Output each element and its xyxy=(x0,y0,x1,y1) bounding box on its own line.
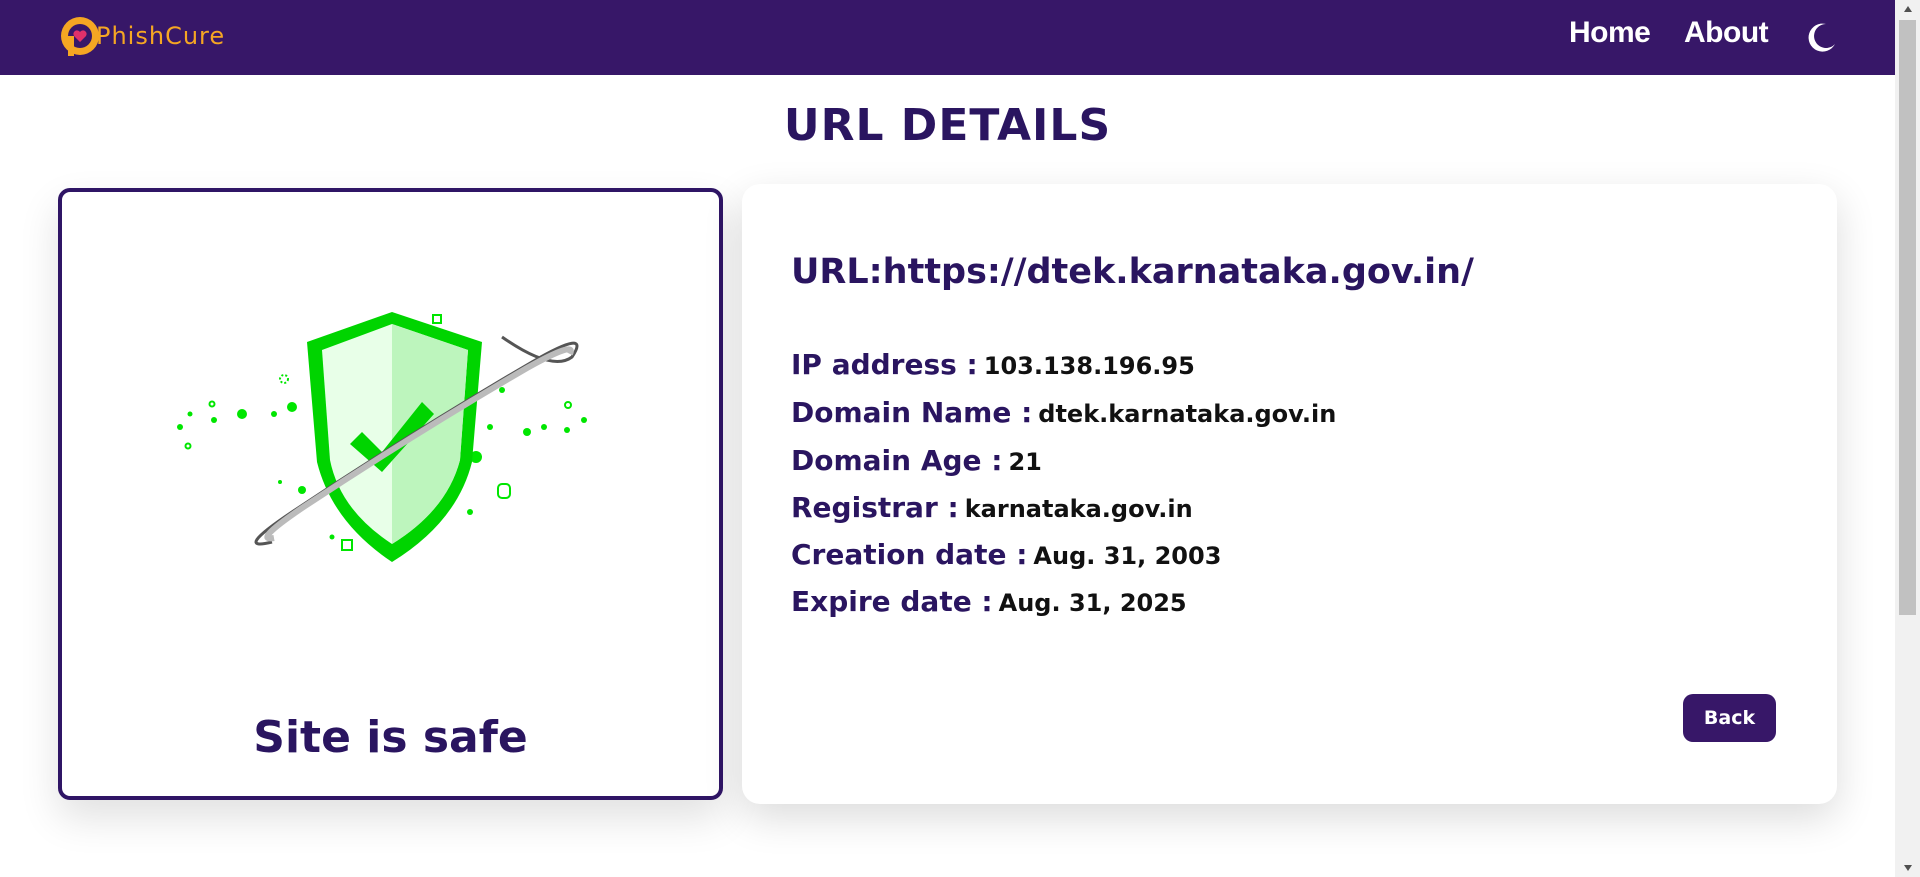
navbar: PhishCure Home About xyxy=(0,0,1895,75)
detail-value: Aug. 31, 2025 xyxy=(998,589,1187,617)
scrollbar[interactable] xyxy=(1895,0,1920,877)
detail-label: Expire date : xyxy=(791,585,993,618)
logo[interactable]: PhishCure xyxy=(58,12,225,60)
url-value: https://dtek.karnataka.gov.in/ xyxy=(882,252,1474,292)
detail-row-creation-date: Creation date : Aug. 31, 2003 xyxy=(791,538,1221,571)
detail-value: Aug. 31, 2003 xyxy=(1033,542,1222,570)
nav-home-link[interactable]: Home xyxy=(1569,16,1651,50)
status-card: Site is safe xyxy=(58,188,723,800)
detail-label: Domain Age : xyxy=(791,444,1003,477)
status-text: Site is safe xyxy=(253,712,528,763)
page-title: URL DETAILS xyxy=(783,100,1112,151)
logo-text: PhishCure xyxy=(96,22,226,50)
detail-row-ip: IP address :103.138.196.95 xyxy=(791,348,1195,381)
detail-row-expire-date: Expire date : Aug. 31, 2025 xyxy=(791,585,1187,618)
scroll-up-arrow-icon[interactable] xyxy=(1895,0,1920,18)
details-card: URL:https://dtek.karnataka.gov.in/ IP ad… xyxy=(742,184,1837,804)
detail-value: dtek.karnataka.gov.in xyxy=(1038,400,1337,428)
scroll-thumb[interactable] xyxy=(1899,20,1916,615)
shield-check-icon xyxy=(177,312,587,562)
detail-row-domain-name: Domain Name : dtek.karnataka.gov.in xyxy=(791,396,1336,429)
url-label: URL: xyxy=(791,252,883,292)
url-line: URL:https://dtek.karnataka.gov.in/ xyxy=(791,252,1474,292)
nav-about-link[interactable]: About xyxy=(1684,16,1769,50)
back-button[interactable]: Back xyxy=(1683,694,1776,742)
detail-value: karnataka.gov.in xyxy=(964,495,1193,523)
detail-label: Creation date : xyxy=(791,538,1028,571)
moon-icon[interactable] xyxy=(1804,20,1838,54)
detail-label: IP address : xyxy=(791,348,978,381)
detail-row-domain-age: Domain Age :21 xyxy=(791,444,1042,477)
detail-label: Registrar : xyxy=(791,491,959,524)
detail-value: 21 xyxy=(1008,448,1042,476)
scroll-down-arrow-icon[interactable] xyxy=(1895,859,1920,877)
detail-value: 103.138.196.95 xyxy=(983,352,1195,380)
detail-label: Domain Name : xyxy=(791,396,1033,429)
detail-row-registrar: Registrar : karnataka.gov.in xyxy=(791,491,1193,524)
